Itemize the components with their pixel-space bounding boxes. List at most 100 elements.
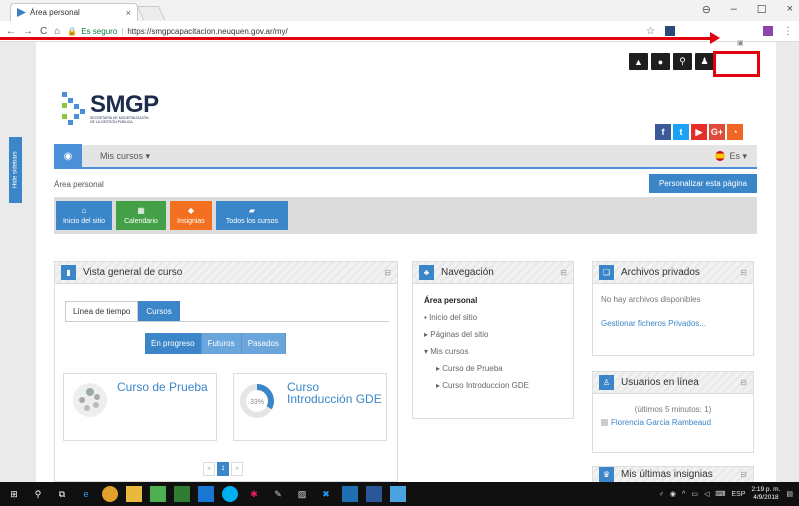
profile-icon[interactable]: ⊖ [702, 3, 711, 16]
nav-item-home[interactable]: ▪ Inicio del sitio [424, 309, 562, 326]
block-header: ♛ Mis últimas insignias ⊟ [593, 467, 753, 482]
quick-link-label: Todos los cursos [225, 218, 279, 225]
filter-future[interactable]: Futuros [201, 333, 242, 354]
page-next[interactable]: » [231, 462, 243, 476]
maximize-button[interactable]: ☐ [757, 3, 767, 16]
keyboard-icon[interactable]: ⌨ [715, 490, 725, 498]
quick-link-calendar[interactable]: ▦ Calendario [116, 201, 166, 230]
course-card[interactable]: 33% Curso Introducción GDE [233, 373, 387, 441]
menu-icon[interactable]: ⋮ [783, 26, 793, 37]
dashboard-icon[interactable]: ◉ [54, 144, 82, 168]
nav-item-site-pages[interactable]: ▸ Páginas del sitio [424, 326, 562, 343]
app-icon[interactable] [150, 486, 166, 502]
facebook-icon[interactable]: f [655, 124, 671, 140]
site-logo[interactable]: SMGP SECRETARÍA DE MODERNIZACIÓN DE LA G… [62, 92, 159, 126]
block-title: Archivos privados [621, 267, 700, 278]
skype-icon[interactable] [222, 486, 238, 502]
user-menu-icon[interactable]: ♟ [695, 53, 714, 70]
online-user[interactable]: Florencia Garcia Rambeaud [601, 416, 745, 429]
filter-in-progress[interactable]: En progreso [145, 333, 202, 354]
page-current[interactable]: 1 [217, 462, 229, 476]
volume-icon[interactable]: ◁ [704, 490, 709, 498]
tab-close-icon[interactable]: × [126, 8, 131, 18]
tabs-divider [65, 321, 389, 322]
tab-timeline[interactable]: Línea de tiempo [65, 301, 139, 322]
extension-icon-2[interactable] [763, 26, 773, 36]
collapse-icon[interactable]: ⊟ [384, 268, 391, 277]
input-language[interactable]: ESP [731, 491, 745, 498]
network-icon[interactable]: ▭ [691, 490, 698, 498]
app-icon[interactable]: ✖ [318, 486, 334, 502]
edge-icon[interactable]: e [78, 486, 94, 502]
reload-icon[interactable]: C [40, 26, 47, 37]
app-icon[interactable]: ✱ [246, 486, 262, 502]
search-icon[interactable]: ⚲ [30, 486, 46, 502]
tab-courses[interactable]: Cursos [138, 301, 180, 322]
google-plus-icon[interactable]: G+ [709, 124, 725, 140]
bookmark-star-icon[interactable]: ☆ [646, 26, 655, 37]
nav-item-dashboard[interactable]: Área personal [424, 292, 562, 309]
chrome-icon[interactable] [102, 486, 118, 502]
home-icon[interactable]: ⌂ [54, 26, 60, 37]
new-tab-button[interactable] [136, 6, 166, 20]
rss-icon[interactable]: ◔ [727, 124, 743, 140]
windows-start-icon[interactable]: ⊞ [6, 486, 22, 502]
photos-icon[interactable]: ▨ [294, 486, 310, 502]
show-hidden-icon[interactable]: ^ [682, 491, 685, 498]
app-icon[interactable] [390, 486, 406, 502]
twitter-icon[interactable]: t [673, 124, 689, 140]
clock[interactable]: 2:19 p. m. 4/9/2018 [751, 486, 780, 502]
youtube-icon[interactable]: ▶ [691, 124, 707, 140]
customize-page-button[interactable]: Personalizar esta página [648, 174, 757, 193]
app-tray-icon[interactable]: ◉ [670, 490, 676, 498]
filter-past[interactable]: Pasados [241, 333, 286, 354]
notifications-icon[interactable]: ▲ [629, 53, 648, 70]
task-view-icon[interactable]: ⧉ [54, 486, 70, 502]
app-icon[interactable] [198, 486, 214, 502]
extension-icon[interactable] [665, 26, 675, 36]
manage-files-link[interactable]: Gestionar ficheros Privados... [601, 317, 745, 331]
collapse-icon[interactable]: ⊟ [740, 268, 747, 277]
browser-tab[interactable]: Área personal × [10, 3, 138, 21]
collapse-icon[interactable]: ⊟ [560, 268, 567, 277]
course-progress-label: 33% [250, 399, 264, 406]
browser-titlebar: Área personal × ⊖ – ☐ × [0, 0, 799, 21]
forward-icon[interactable]: → [23, 26, 33, 37]
block-title: Usuarios en línea [621, 377, 699, 388]
block-header: ♣ Navegación ⊟ [413, 262, 573, 284]
page-prev[interactable]: « [203, 462, 215, 476]
language-selector[interactable]: Es ▾ [715, 151, 747, 162]
nav-item-my-courses[interactable]: ▾ Mis cursos [424, 343, 562, 360]
quick-link-badges[interactable]: ◆ Insignias [170, 201, 212, 230]
app-icon[interactable] [174, 486, 190, 502]
course-title[interactable]: Curso de Prueba [117, 381, 208, 393]
badge-icon: ◆ [187, 206, 195, 215]
search-icon[interactable]: ⚲ [673, 53, 692, 70]
collapse-icon[interactable]: ⊟ [740, 470, 747, 479]
word-icon-2[interactable] [366, 486, 382, 502]
collapse-icon[interactable]: ⊟ [740, 378, 747, 387]
my-courses-menu[interactable]: Mis cursos ▾ [100, 151, 150, 162]
word-icon[interactable] [342, 486, 358, 502]
close-window-button[interactable]: × [787, 3, 793, 16]
breadcrumb-row: Área personal Personalizar esta página [54, 174, 757, 194]
messages-icon[interactable]: ● [651, 53, 670, 70]
url-field[interactable]: 🔒 Es seguro | https://smgpcapacitacion.n… [67, 27, 287, 36]
nav-item-course[interactable]: ▸ Curso Introduccion GDE [424, 377, 562, 394]
header-toolbar: ▲ ● ⚲ ♟ [629, 53, 714, 70]
hide-sidebars-button[interactable]: Hide sidebars [9, 137, 22, 203]
minimize-button[interactable]: – [731, 3, 737, 16]
course-title[interactable]: Curso Introducción GDE [287, 381, 386, 405]
users-icon: ♙ [599, 375, 614, 390]
nav-item-course[interactable]: ▸ Curso de Prueba [424, 360, 562, 377]
breadcrumb[interactable]: Área personal [54, 180, 104, 189]
notifications-center-icon[interactable]: ▤ [786, 490, 793, 498]
file-explorer-icon[interactable] [126, 486, 142, 502]
spain-flag-icon [715, 151, 726, 161]
back-icon[interactable]: ← [6, 26, 16, 37]
quick-link-home[interactable]: ⌂ Inicio del sitio [56, 201, 112, 230]
course-card[interactable]: Curso de Prueba [63, 373, 217, 441]
app-icon[interactable]: ✎ [270, 486, 286, 502]
quick-link-all-courses[interactable]: ▰ Todos los cursos [216, 201, 288, 230]
people-icon[interactable]: ♂ [659, 491, 664, 498]
